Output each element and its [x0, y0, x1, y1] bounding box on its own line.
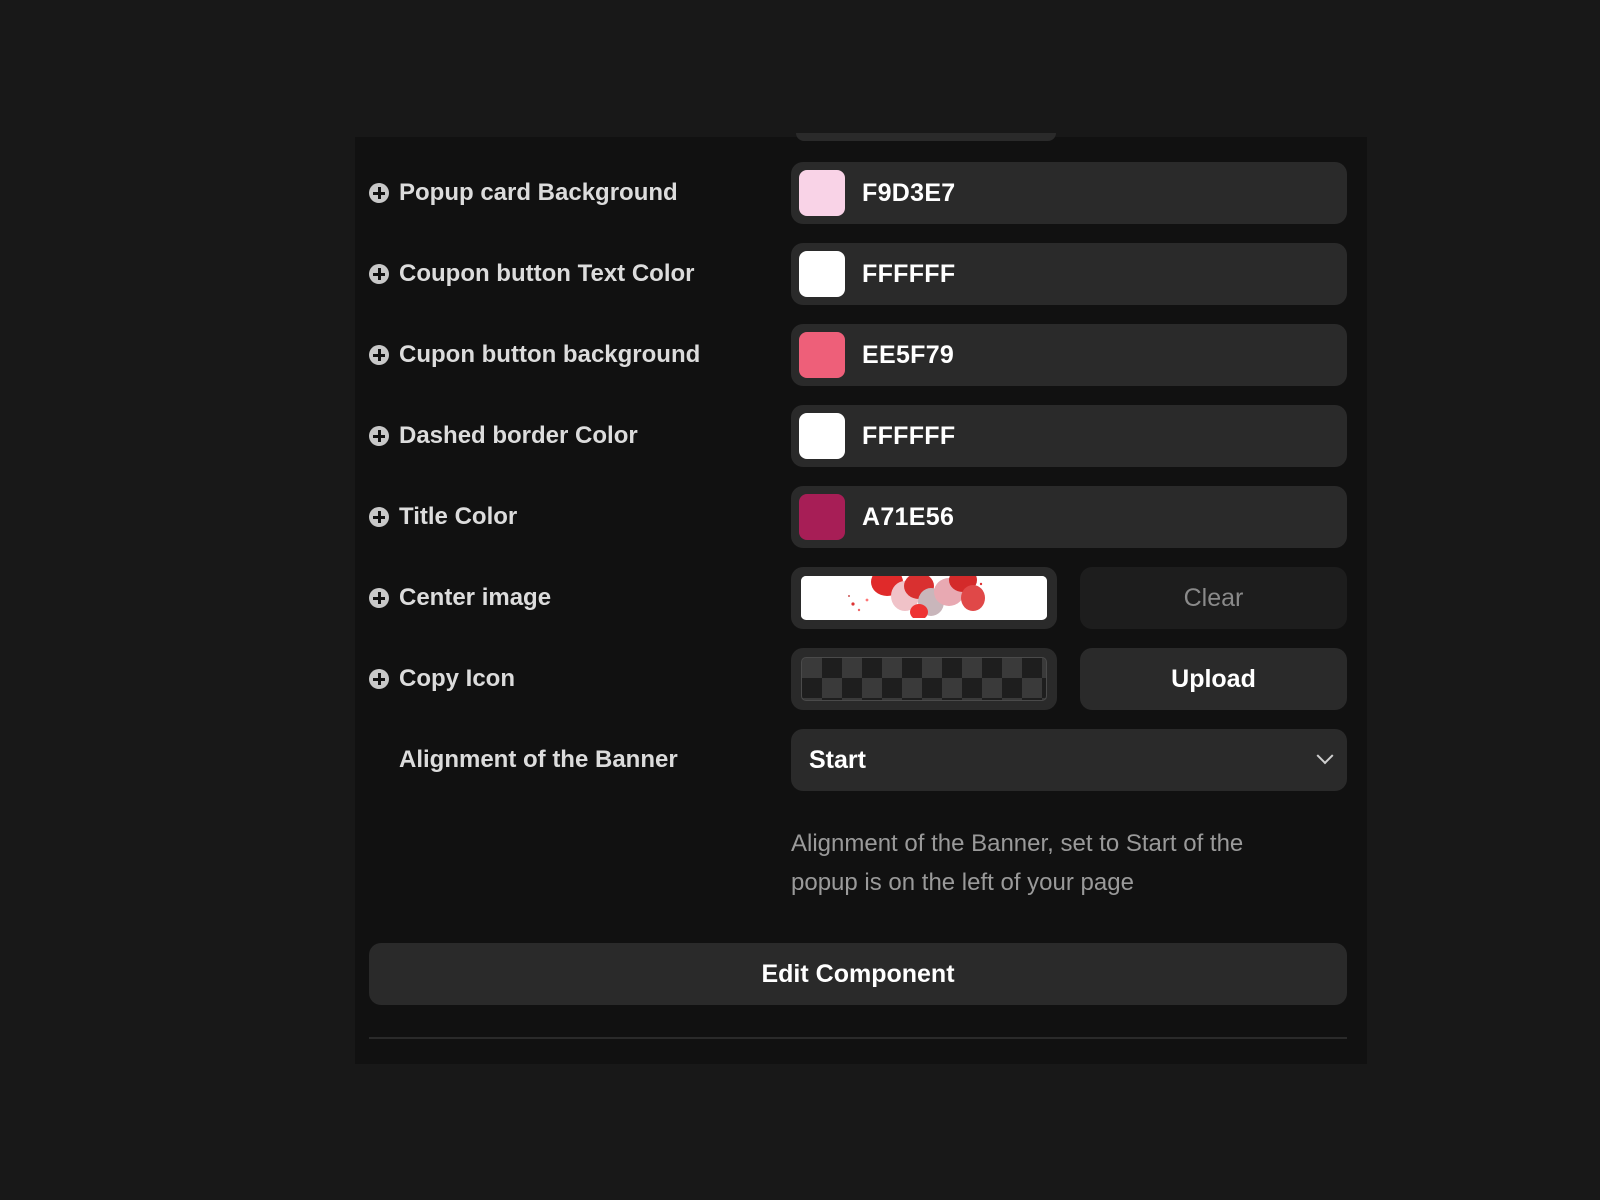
color-picker-field[interactable]: EE5F79 [791, 324, 1347, 386]
hex-value[interactable]: F9D3E7 [862, 179, 956, 208]
setting-label-text: Alignment of the Banner [399, 746, 678, 773]
chevron-down-icon [1316, 747, 1334, 765]
setting-label-text: Copy Icon [399, 665, 516, 692]
color-picker-field[interactable]: A71E56 [791, 486, 1347, 548]
setting-label: Title Color [369, 486, 517, 548]
clear-button[interactable]: Clear [1080, 567, 1347, 629]
color-swatch[interactable] [799, 494, 845, 540]
settings-panel: Popup card Background F9D3E7 Coupon butt… [355, 133, 1367, 1064]
add-circle-icon[interactable] [369, 507, 389, 527]
setting-row-cupon-button-background: Cupon button background EE5F79 [355, 324, 1367, 386]
setting-label: Popup card Background [369, 162, 678, 224]
hex-value[interactable]: FFFFFF [862, 260, 955, 289]
setting-label-text: Coupon button Text Color [399, 260, 695, 287]
setting-label-text: Dashed border Color [399, 422, 638, 449]
add-circle-icon[interactable] [369, 426, 389, 446]
setting-label-text: Title Color [399, 503, 518, 530]
setting-row-copy-icon: Copy Icon Upload [355, 648, 1367, 710]
setting-row-popup-card-background: Popup card Background F9D3E7 [355, 162, 1367, 224]
setting-label: Coupon button Text Color [369, 243, 695, 305]
setting-row-alignment: Alignment of the Banner Start [355, 729, 1367, 791]
setting-row-title-color: Title Color A71E56 [355, 486, 1367, 548]
setting-label: Alignment of the Banner [369, 729, 678, 791]
color-swatch[interactable] [799, 332, 845, 378]
setting-row-dashed-border-color: Dashed border Color FFFFFF [355, 405, 1367, 467]
color-swatch[interactable] [799, 251, 845, 297]
empty-image-placeholder [801, 657, 1047, 701]
setting-label: Copy Icon [369, 648, 515, 710]
setting-label-text: Cupon button background [399, 341, 701, 368]
alignment-help-text: Alignment of the Banner, set to Start of… [791, 830, 1244, 896]
divider [369, 1037, 1347, 1039]
add-circle-icon[interactable] [369, 183, 389, 203]
setting-label: Cupon button background [369, 324, 700, 386]
setting-label: Dashed border Color [369, 405, 638, 467]
hex-value[interactable]: EE5F79 [862, 341, 954, 370]
setting-row-coupon-button-text-color: Coupon button Text Color FFFFFF [355, 243, 1367, 305]
add-circle-icon[interactable] [369, 345, 389, 365]
add-circle-icon[interactable] [369, 264, 389, 284]
select-value: Start [809, 745, 866, 774]
setting-label-text: Popup card Background [399, 179, 678, 206]
scrolled-field-remnant [796, 133, 1056, 141]
add-circle-icon[interactable] [369, 669, 389, 689]
center-image-preview [801, 576, 1047, 620]
upload-button[interactable]: Upload [1080, 648, 1347, 710]
balloons-image [801, 576, 1047, 620]
color-swatch[interactable] [799, 170, 845, 216]
hex-value[interactable]: FFFFFF [862, 422, 955, 451]
image-picker[interactable] [791, 648, 1057, 710]
setting-label-text: Center image [399, 584, 552, 611]
hex-value[interactable]: A71E56 [862, 503, 954, 532]
alignment-select[interactable]: Start [791, 729, 1347, 791]
color-swatch[interactable] [799, 413, 845, 459]
setting-row-center-image: Center image Clear [355, 567, 1367, 629]
edit-component-button[interactable]: Edit Component [369, 943, 1347, 1005]
color-picker-field[interactable]: F9D3E7 [791, 162, 1347, 224]
color-picker-field[interactable]: FFFFFF [791, 243, 1347, 305]
color-picker-field[interactable]: FFFFFF [791, 405, 1347, 467]
setting-label: Center image [369, 567, 551, 629]
image-picker[interactable] [791, 567, 1057, 629]
add-circle-icon[interactable] [369, 588, 389, 608]
